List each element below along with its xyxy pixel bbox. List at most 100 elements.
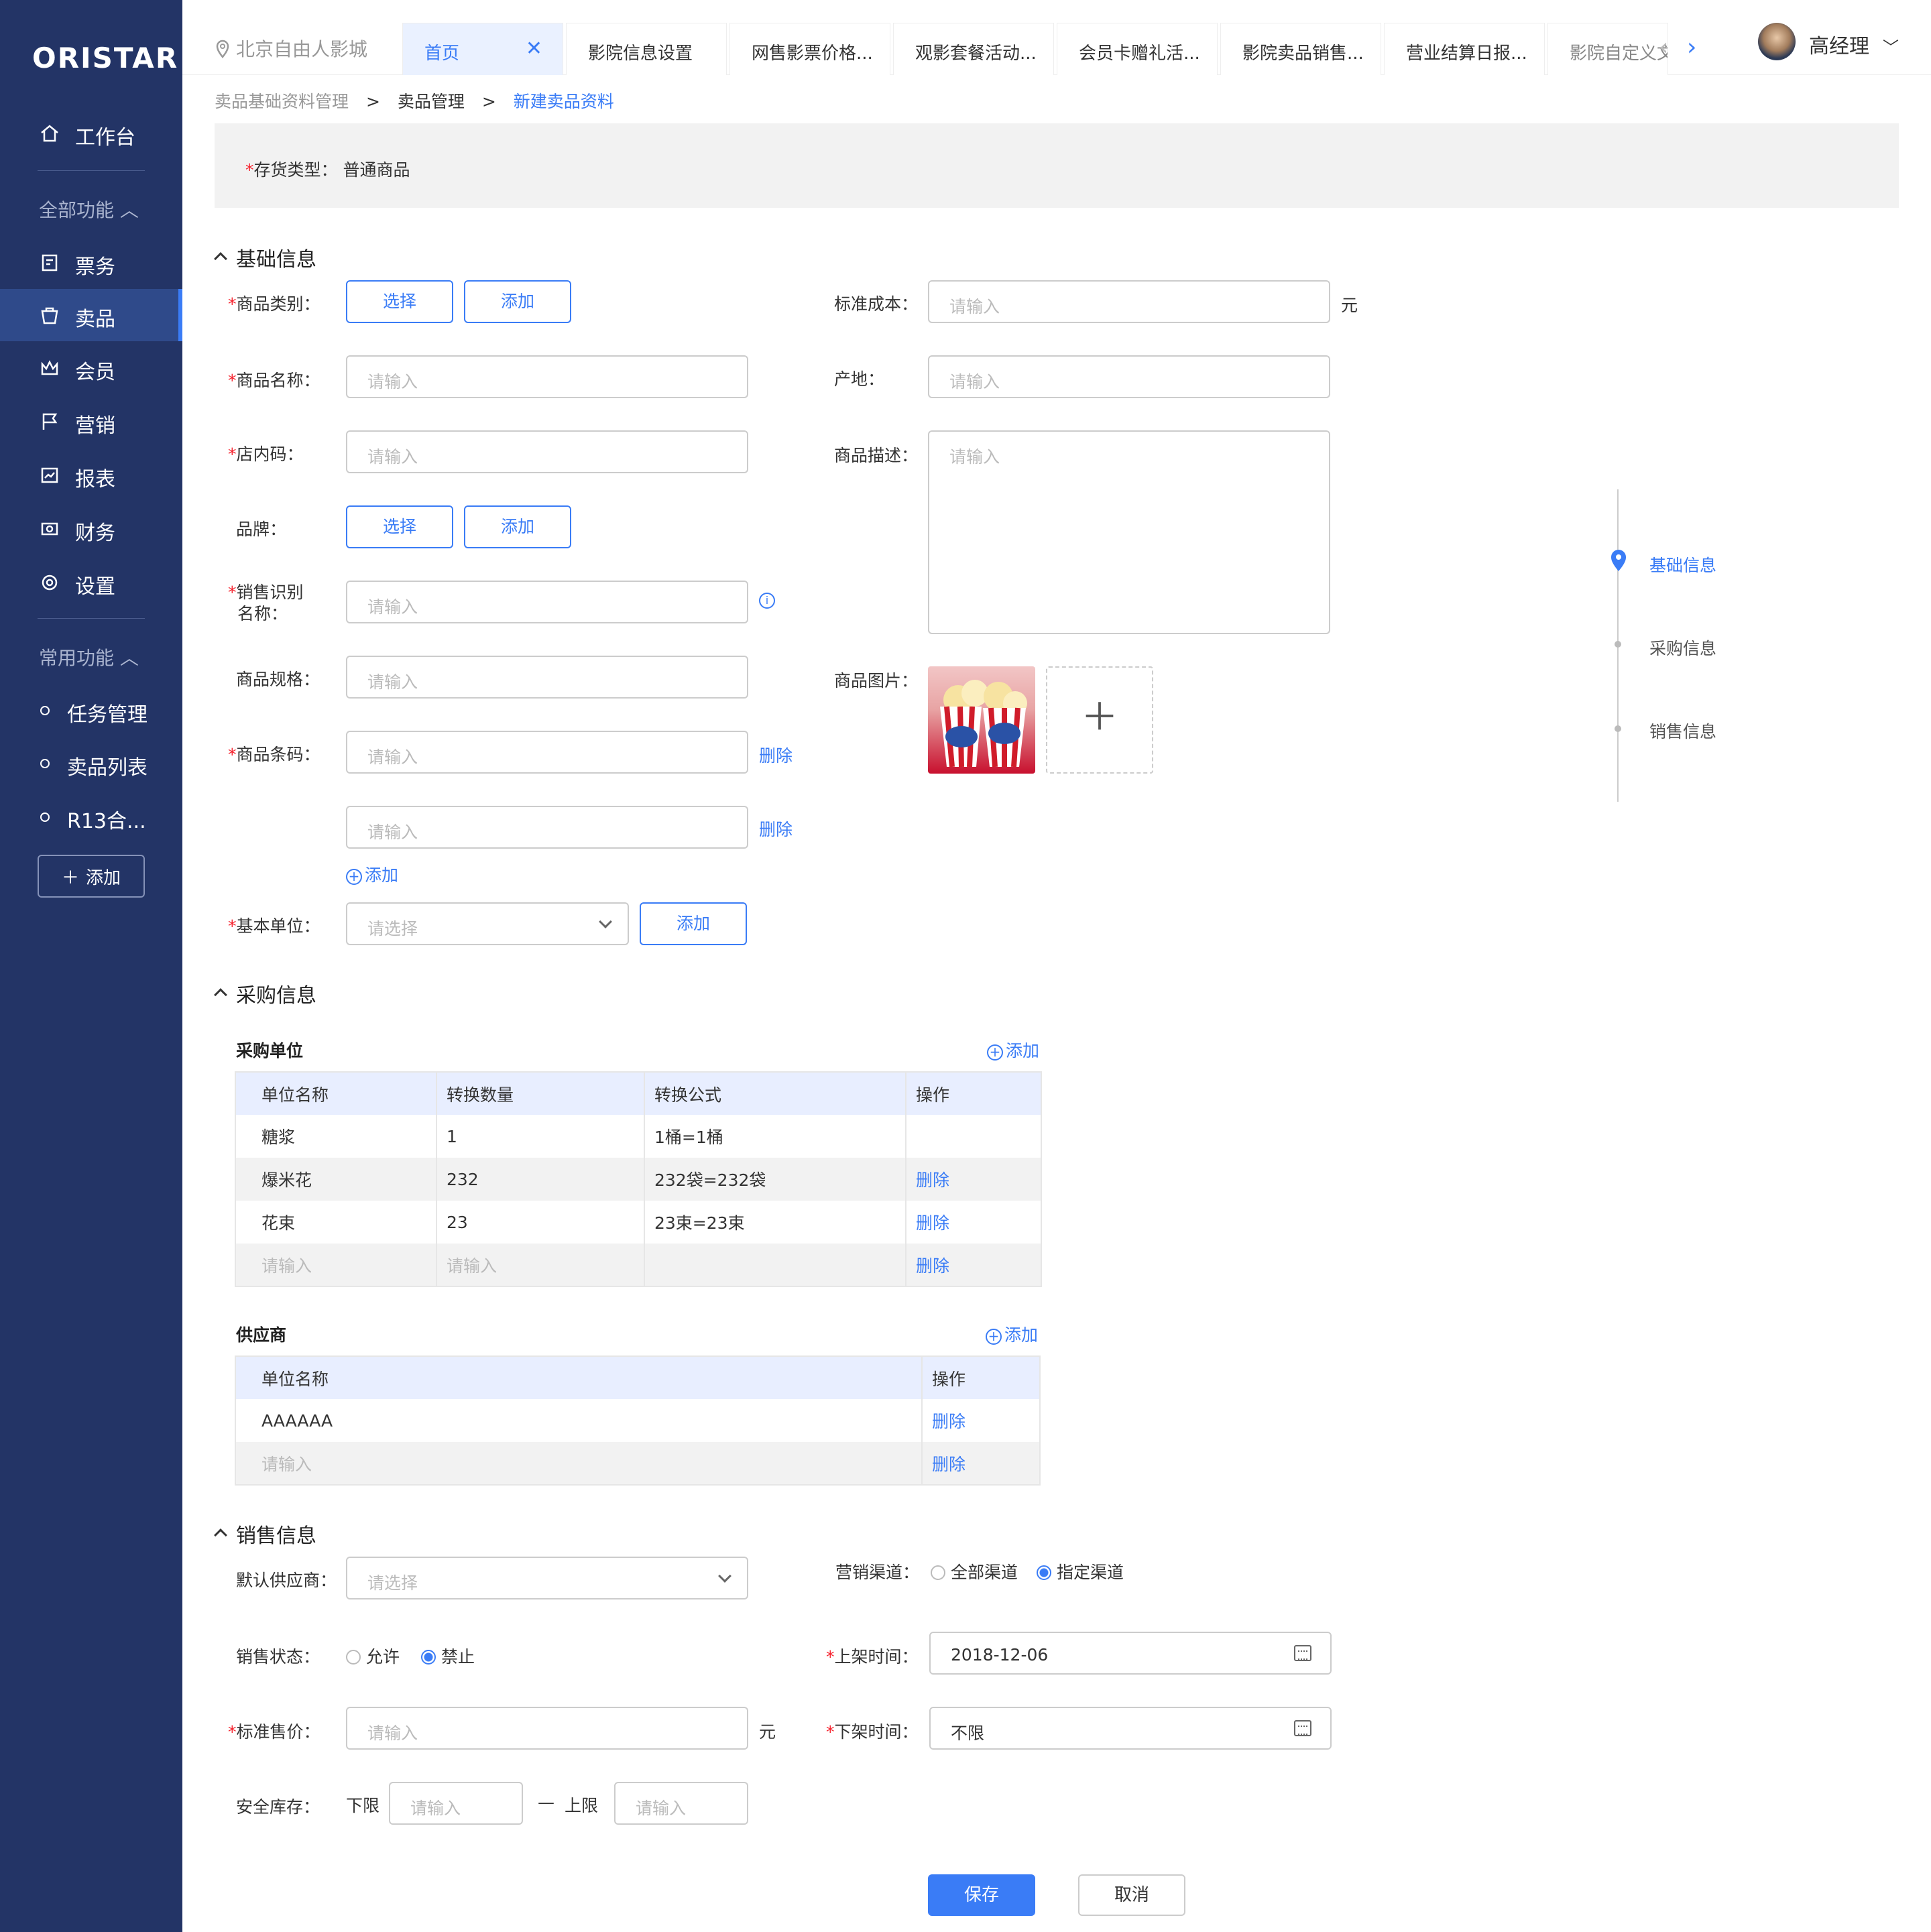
table-row: 爆米花 232 232袋=232袋 删除 (235, 1158, 1041, 1201)
user-menu[interactable]: 高经理 ﹀ (1809, 29, 1899, 59)
table-row: 请输入 请输入 删除 (235, 1244, 1041, 1286)
std-cost-input[interactable]: 请输入 (928, 280, 1330, 323)
common-functions-toggle[interactable]: 常用功能 ︿ (39, 644, 139, 670)
base-unit-add-button[interactable]: 添加 (640, 902, 747, 945)
row-delete-link[interactable]: 删除 (921, 1442, 1040, 1485)
upper-limit-input[interactable]: 请输入 (614, 1782, 748, 1825)
location-selector[interactable]: 北京自由人影城 (215, 35, 367, 62)
default-supplier-select[interactable]: 请选择 (346, 1557, 748, 1599)
barcode-input[interactable]: 请输入 (346, 731, 748, 774)
row-delete-link[interactable]: 删除 (905, 1201, 1041, 1244)
status-forbid-radio[interactable]: 禁止 (421, 1644, 475, 1668)
tab-daily-report[interactable]: 营业结算日报... (1384, 23, 1545, 75)
tabs-prev-icon[interactable]: ‹ (1659, 34, 1668, 61)
common-item-goods-list[interactable]: 卖品列表 (0, 737, 182, 790)
info-icon[interactable]: i (759, 593, 775, 609)
category-select-button[interactable]: 选择 (346, 280, 453, 323)
breadcrumb-separator: > (481, 92, 496, 111)
image-upload-button[interactable]: ＋ (1046, 666, 1153, 774)
table-cell[interactable]: 糖浆 (235, 1115, 436, 1158)
common-item-task[interactable]: 任务管理 (0, 684, 182, 737)
table-cell[interactable]: 花束 (235, 1201, 436, 1244)
channel-specified-radio[interactable]: 指定渠道 (1037, 1559, 1124, 1583)
name-input[interactable]: 请输入 (346, 355, 748, 398)
table-row: 花束 23 23束=23束 删除 (235, 1201, 1041, 1244)
std-price-label: *标准售价： (228, 1722, 320, 1742)
channel-all-radio[interactable]: 全部渠道 (931, 1559, 1018, 1583)
common-item-r13[interactable]: R13合... (0, 791, 182, 843)
sidebar-add-button[interactable]: ＋ 添加 (38, 855, 145, 898)
barcode-add-link[interactable]: + 添加 (346, 862, 398, 886)
chevron-down-icon: ﹀ (1883, 38, 1899, 57)
sidebar-item-settings[interactable]: 设置 (0, 556, 182, 609)
breadcrumb-item[interactable]: 卖品基础资料管理 (215, 92, 349, 111)
close-icon[interactable]: ✕ (526, 37, 542, 60)
bullet-icon (40, 759, 50, 768)
goods-image-thumbnail[interactable] (928, 666, 1035, 774)
sidebar-item-member[interactable]: 会员 (0, 342, 182, 394)
chevron-up-icon (214, 988, 227, 1002)
row-delete-link[interactable]: 删除 (905, 1158, 1041, 1201)
tab-goods-sales[interactable]: 影院卖品销售... (1220, 23, 1381, 75)
table-cell-input[interactable]: 请输入 (235, 1442, 922, 1485)
off-shelf-date-input[interactable]: 不限 (929, 1707, 1332, 1750)
breadcrumb-item[interactable]: 卖品管理 (398, 92, 465, 111)
avatar[interactable] (1758, 23, 1796, 60)
tab-member-gift[interactable]: 会员卡赠礼活... (1057, 23, 1218, 75)
tab-online-price[interactable]: 网售影票价格... (729, 23, 890, 75)
cancel-button[interactable]: 取消 (1078, 1874, 1185, 1916)
std-cost-label: 标准成本： (834, 294, 919, 314)
sale-name-input[interactable]: 请输入 (346, 581, 748, 623)
category-add-button[interactable]: 添加 (464, 280, 571, 323)
sidebar-item-marketing[interactable]: 营销 (0, 396, 182, 448)
spec-input[interactable]: 请输入 (346, 656, 748, 699)
tab-home[interactable]: 首页 ✕ (402, 23, 563, 75)
tabs-next-icon[interactable]: › (1687, 34, 1696, 61)
purchase-unit-add-link[interactable]: + 添加 (987, 1038, 1039, 1062)
row-delete-link[interactable]: 删除 (905, 1244, 1041, 1286)
brand-select-button[interactable]: 选择 (346, 505, 453, 548)
table-cell: 1桶=1桶 (644, 1115, 906, 1158)
lower-limit-input[interactable]: 请输入 (389, 1782, 523, 1825)
origin-input[interactable]: 请输入 (928, 355, 1330, 398)
table-cell[interactable]: AAAAAA (235, 1399, 922, 1442)
desc-textarea[interactable]: 请输入 (928, 430, 1330, 634)
status-allow-radio[interactable]: 允许 (346, 1644, 400, 1668)
base-unit-select[interactable]: 请选择 (346, 902, 629, 945)
table-cell-input[interactable]: 请输入 (235, 1244, 436, 1286)
section-basic-title[interactable]: 基础信息 (213, 243, 316, 272)
barcode-delete-link[interactable]: 删除 (759, 743, 793, 767)
location-pin-icon (1611, 550, 1626, 571)
sidebar-item-ticket[interactable]: 票务 (0, 237, 182, 289)
table-header-cell: 转换数量 (436, 1072, 644, 1115)
on-shelf-date-input[interactable]: 2018-12-06 (929, 1632, 1332, 1675)
barcode-input-2[interactable]: 请输入 (346, 806, 748, 849)
sidebar-item-workbench[interactable]: 工作台 (0, 107, 182, 160)
anchor-purchase[interactable]: 采购信息 (1649, 636, 1716, 660)
table-cell[interactable]: 232 (436, 1158, 644, 1201)
anchor-dot (1615, 725, 1621, 732)
barcode-delete-link-2[interactable]: 删除 (759, 817, 793, 841)
sidebar-item-finance[interactable]: 财务 (0, 503, 182, 555)
supplier-add-link[interactable]: + 添加 (986, 1322, 1038, 1346)
std-price-input[interactable]: 请输入 (346, 1707, 748, 1750)
bullet-icon (40, 706, 50, 715)
table-cell-input[interactable]: 请输入 (436, 1244, 644, 1286)
store-code-input[interactable]: 请输入 (346, 430, 748, 473)
table-cell[interactable]: 1 (436, 1115, 644, 1158)
sidebar-item-goods[interactable]: 卖品 (0, 289, 182, 341)
all-functions-toggle[interactable]: 全部功能 ︿ (39, 196, 139, 223)
tab-custom[interactable]: 影院自定义文 (1547, 23, 1668, 75)
brand-add-button[interactable]: 添加 (464, 505, 571, 548)
section-purchase-title[interactable]: 采购信息 (213, 979, 316, 1008)
anchor-sales[interactable]: 销售信息 (1649, 719, 1716, 743)
section-sales-title[interactable]: 销售信息 (213, 1519, 316, 1549)
row-delete-link[interactable]: 删除 (921, 1399, 1040, 1442)
table-cell[interactable]: 爆米花 (235, 1158, 436, 1201)
tab-package[interactable]: 观影套餐活动... (893, 23, 1054, 75)
table-cell[interactable]: 23 (436, 1201, 644, 1244)
anchor-basic[interactable]: 基础信息 (1649, 552, 1716, 577)
sidebar-item-report[interactable]: 报表 (0, 449, 182, 501)
save-button[interactable]: 保存 (928, 1874, 1035, 1916)
tab-cinema-info[interactable]: 影院信息设置 (566, 23, 727, 75)
